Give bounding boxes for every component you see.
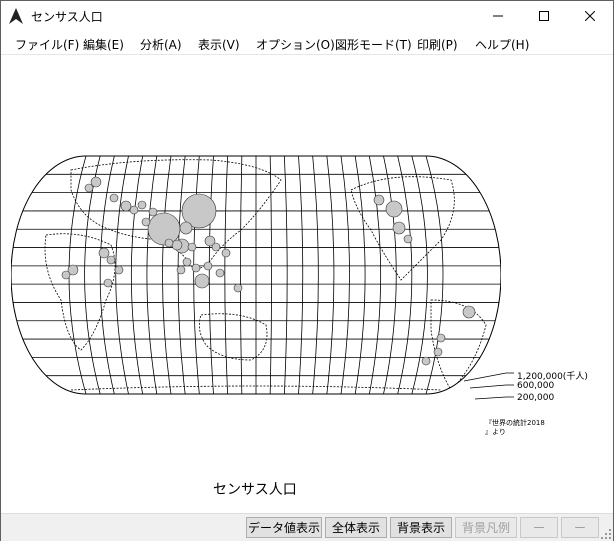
menu-view[interactable]: 表示(V) bbox=[198, 36, 240, 53]
resize-grip-icon[interactable] bbox=[601, 529, 611, 539]
full-view-button[interactable]: 全体表示 bbox=[325, 517, 387, 538]
menu-analysis[interactable]: 分析(A) bbox=[140, 36, 182, 53]
close-icon bbox=[585, 11, 595, 21]
show-data-values-button[interactable]: データ値表示 bbox=[246, 517, 322, 538]
menu-bar: ファイル(F) 編集(E) 分析(A) 表示(V) オプション(O) 図形モード… bbox=[1, 32, 613, 55]
menu-shape-mode[interactable]: 図形モード(T) bbox=[335, 36, 412, 53]
show-background-button[interactable]: 背景表示 bbox=[390, 517, 452, 538]
extra-button-1[interactable]: ー bbox=[520, 517, 558, 538]
background-legend-button[interactable]: 背景凡例 bbox=[455, 517, 517, 538]
maximize-icon bbox=[539, 11, 549, 21]
close-button[interactable] bbox=[567, 1, 613, 31]
title-bar[interactable]: センサス人口 bbox=[1, 1, 613, 31]
legend-label-200000: 200,000 bbox=[517, 393, 555, 403]
main-window: センサス人口 ファイル(F) 編集(E) 分析(A) 表示(V) オプション(O… bbox=[0, 0, 614, 541]
map-title: センサス人口 bbox=[213, 482, 297, 498]
minimize-button[interactable] bbox=[475, 1, 521, 31]
menu-print[interactable]: 印刷(P) bbox=[417, 36, 458, 53]
map-canvas[interactable]: 1,200,000(千人) 600,000 200,000 『世界の統計2018… bbox=[1, 55, 613, 513]
legend-label-600000: 600,000 bbox=[517, 381, 555, 391]
minimize-icon bbox=[493, 15, 503, 17]
extra-button-2[interactable]: ー bbox=[561, 517, 599, 538]
menu-file[interactable]: ファイル(F) bbox=[15, 36, 79, 53]
data-source-note: 『世界の統計2018 』より bbox=[485, 419, 545, 437]
bottom-toolbar: データ値表示 全体表示 背景表示 背景凡例 ー ー bbox=[1, 513, 613, 541]
menu-help[interactable]: ヘルプ(H) bbox=[475, 36, 529, 53]
window-title: センサス人口 bbox=[31, 10, 103, 24]
source-line-2: 』より bbox=[485, 428, 506, 436]
menu-options[interactable]: オプション(O) bbox=[256, 36, 335, 53]
maximize-button[interactable] bbox=[521, 1, 567, 31]
source-line-1: 『世界の統計2018 bbox=[485, 419, 545, 427]
menu-edit[interactable]: 編集(E) bbox=[83, 36, 124, 53]
app-icon bbox=[9, 8, 23, 24]
legend-leaders bbox=[463, 372, 514, 400]
